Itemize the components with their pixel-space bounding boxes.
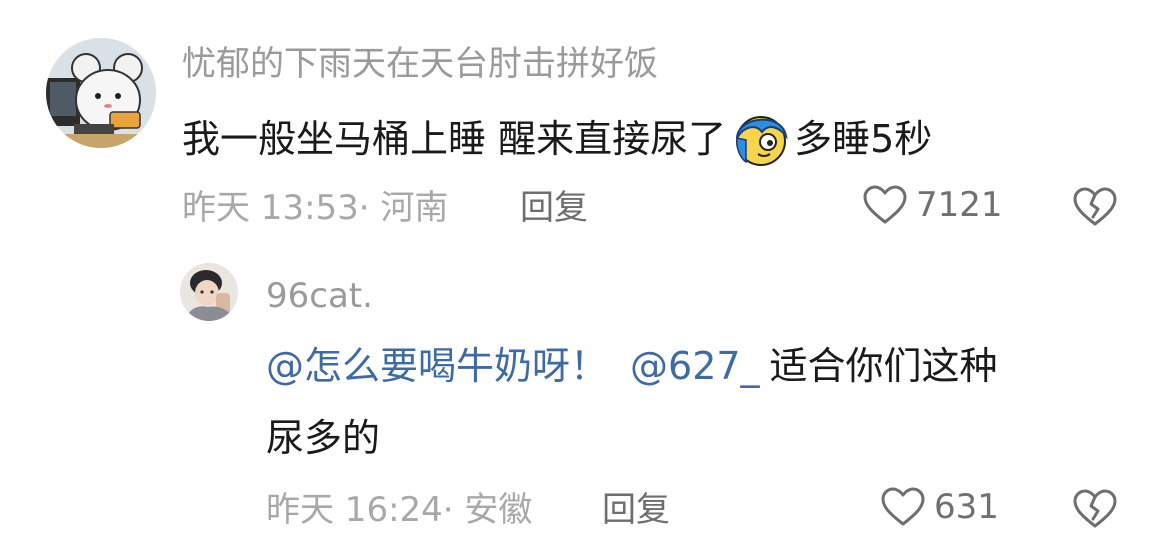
reply-timestamp-location: 昨天 16:24· 安徽 bbox=[266, 490, 533, 530]
reply-username[interactable]: 96cat. bbox=[266, 276, 373, 316]
reply-text-line2: 尿多的 bbox=[266, 416, 381, 460]
reply-button[interactable]: 回复 bbox=[520, 188, 588, 228]
comment-thread: 忧郁的下雨天在天台肘击拼好饭 我一般坐马桶上睡 醒来直接尿了 多睡5秒 昨天 1… bbox=[0, 0, 1170, 544]
comment-body: 我一般坐马桶上睡 醒来直接尿了 多睡5秒 bbox=[182, 110, 932, 168]
reply-like-button[interactable]: 631 bbox=[880, 486, 999, 528]
blue-hair-face-emoji-icon bbox=[732, 110, 790, 168]
heart-outline-icon bbox=[881, 487, 925, 526]
like-button[interactable]: 7121 bbox=[862, 184, 1003, 226]
comment-text-part2: 多睡5秒 bbox=[794, 117, 933, 161]
mention-link-1[interactable]: @怎么要喝牛奶呀！ bbox=[266, 344, 608, 388]
commenter-avatar[interactable] bbox=[46, 38, 156, 148]
like-count: 7121 bbox=[916, 185, 1003, 225]
reply-to-reply-button[interactable]: 回复 bbox=[602, 490, 670, 530]
mouse-at-computer-icon bbox=[46, 38, 156, 148]
reply-text-line1: 适合你们这种 bbox=[769, 344, 998, 388]
dislike-button[interactable] bbox=[1072, 186, 1118, 228]
reply-like-count: 631 bbox=[934, 487, 999, 527]
comment-timestamp-location: 昨天 13:53· 河南 bbox=[182, 188, 449, 228]
mention-link-2[interactable]: @627_ bbox=[630, 344, 760, 388]
broken-heart-icon bbox=[1073, 187, 1117, 226]
broken-heart-icon bbox=[1073, 489, 1117, 528]
person-photo-icon bbox=[180, 263, 238, 321]
reply-dislike-button[interactable] bbox=[1072, 488, 1118, 530]
reply-body-line1: @怎么要喝牛奶呀！ @627_ 适合你们这种 bbox=[266, 343, 998, 389]
comment-text-part1: 我一般坐马桶上睡 醒来直接尿了 bbox=[182, 117, 727, 161]
reply-avatar[interactable] bbox=[180, 263, 238, 321]
commenter-username[interactable]: 忧郁的下雨天在天台肘击拼好饭 bbox=[182, 44, 658, 84]
heart-outline-icon bbox=[863, 185, 907, 224]
